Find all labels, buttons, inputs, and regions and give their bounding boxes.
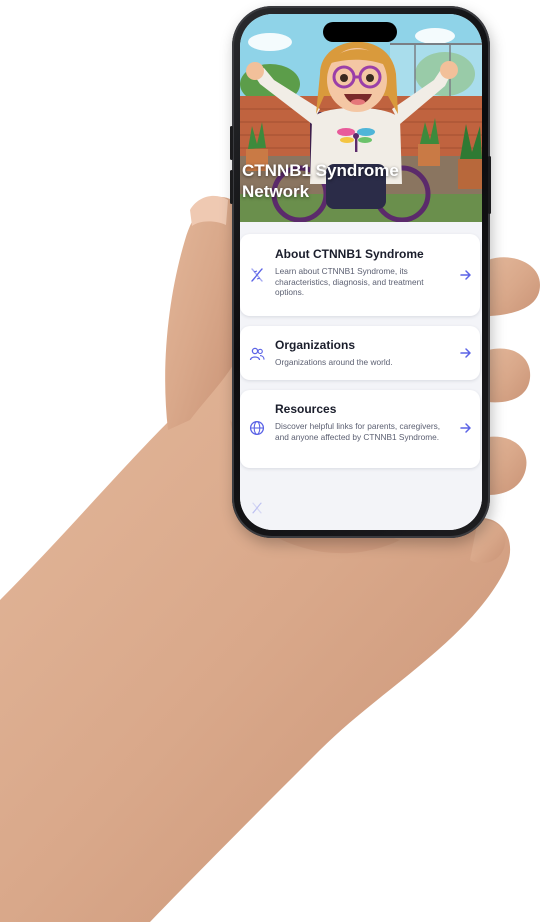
menu-card-title: About CTNNB1 Syndrome (275, 247, 424, 261)
volume-button (230, 170, 233, 204)
menu-card-description: Learn about CTNNB1 Syndrome, its charact… (275, 266, 424, 297)
globe-icon (249, 420, 265, 436)
arrow-right-icon (460, 423, 471, 433)
people-icon (249, 347, 265, 361)
menu-card-about[interactable]: About CTNNB1 Syndrome Learn about CTNNB1… (240, 234, 480, 316)
phone-screen: CTNNB1 Syndrome Network About CTNNB1 Syn… (240, 14, 482, 530)
dynamic-island (323, 22, 397, 42)
menu-card-resources[interactable]: Resources Discover helpful links for par… (240, 390, 480, 468)
side-button (488, 156, 491, 214)
menu-card-description: Organizations around the world. (275, 357, 393, 367)
phone-frame: CTNNB1 Syndrome Network About CTNNB1 Syn… (230, 6, 491, 538)
menu-card-title: Resources (275, 402, 337, 416)
hero-banner: CTNNB1 Syndrome Network (240, 14, 482, 222)
dna-icon (251, 268, 263, 282)
menu-card-partial (240, 483, 482, 530)
menu-card-description: Discover helpful links for parents, care… (275, 421, 441, 442)
app-title: CTNNB1 Syndrome Network (242, 161, 399, 201)
menu-card-organizations[interactable]: Organizations Organizations around the w… (240, 326, 480, 380)
menu-list: About CTNNB1 Syndrome Learn about CTNNB1… (240, 222, 482, 530)
dna-icon (252, 502, 262, 514)
arrow-right-icon (460, 270, 471, 280)
volume-button (230, 126, 233, 160)
arrow-right-icon (460, 348, 471, 358)
menu-card-title: Organizations (275, 338, 356, 352)
